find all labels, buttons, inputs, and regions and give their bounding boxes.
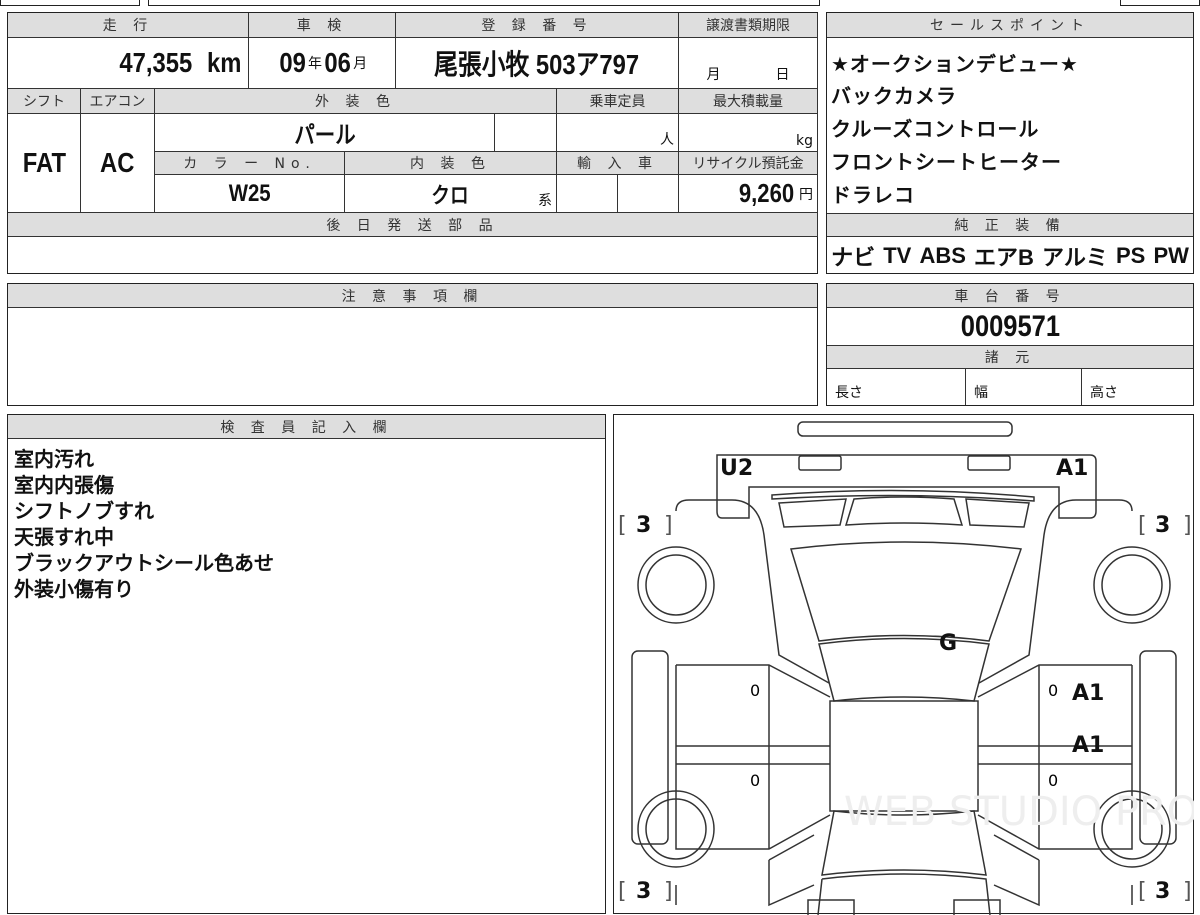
sales-point-item: クルーズコントロール (831, 117, 1040, 141)
equipment-item: エアB (974, 244, 1034, 270)
recycle-value: 9,260 円 (679, 175, 818, 213)
sales-point-item: バックカメラ (831, 84, 957, 108)
shift-value: FAT (8, 114, 81, 213)
inspector-header: 検 査 員 記 入 欄 (8, 415, 605, 439)
inspector-note: 室内内張傷 (14, 473, 114, 497)
sales-points-header: セールスポイント (827, 13, 1193, 38)
chassis-header: 車 台 番 号 (827, 284, 1193, 308)
watermark: WEB STUDIO PRO (844, 789, 1194, 835)
interior-color-value: クロ系 (345, 175, 557, 213)
top-strip-cell (148, 0, 820, 6)
max-load-header: 最大積載量 (679, 89, 818, 114)
blank-cell (495, 114, 557, 152)
svg-text:]: ] (1183, 513, 1192, 538)
svg-text:]: ] (664, 513, 673, 538)
max-load-value: kg (679, 114, 818, 152)
mileage-cell: 47,355 km (8, 38, 249, 89)
top-strip-cell (0, 0, 140, 6)
equipment-item: TV (883, 242, 912, 268)
right-front-door-grade: A1 (1072, 681, 1104, 706)
svg-text:[: [ (618, 513, 627, 538)
color-no-header: カ ラ ー No. (155, 152, 345, 175)
equipment-item: ナビ (831, 244, 876, 270)
exterior-color-value: パール (155, 114, 495, 152)
top-strip-cell (1120, 0, 1200, 6)
inspector-note: 外装小傷有り (14, 577, 134, 601)
svg-text:]: ] (1183, 879, 1192, 904)
svg-text:[: [ (1138, 513, 1147, 538)
svg-text:[: [ (1138, 879, 1147, 904)
tire-grade-front-left: 3 (636, 513, 651, 538)
notes-box: 注 意 事 項 欄 (7, 283, 818, 406)
sales-points-box: セールスポイント ★オークションデビュー★ バックカメラ クルーズコントロール … (826, 12, 1194, 274)
sales-point-item: ドラレコ (831, 183, 915, 207)
tire-grade-rear-right: 3 (1155, 879, 1170, 904)
shift-header: シフト (8, 89, 81, 114)
car-damage-diagram: U2 A1 G A1 A1 0 0 0 0 [3] [3] [3] [3] WE… (613, 414, 1194, 915)
equipment-item: PS (1115, 242, 1146, 268)
inspection-cell: 09 年 06 月 (249, 38, 396, 89)
deadline-cell: 月日 (679, 38, 818, 89)
capacity-value: 人 (557, 114, 679, 152)
import-cell-1 (557, 175, 618, 213)
inspector-box: 検 査 員 記 入 欄 室内汚れ 室内内張傷 シフトノブすれ 天張すれ中 ブラッ… (7, 414, 606, 914)
import-header: 輸 入 車 (557, 152, 679, 175)
front-right-grade: A1 (1056, 456, 1088, 481)
inspection-header: 車 検 (249, 13, 396, 38)
right-rear-door-grade: A1 (1072, 733, 1104, 758)
interior-color-header: 内 装 色 (345, 152, 557, 175)
front-left-grade: U2 (720, 456, 753, 481)
tire-grade-front-right: 3 (1155, 513, 1170, 538)
length-cell: 長さ (827, 369, 966, 405)
width-cell: 幅 (966, 369, 1082, 405)
tire-grade-rear-left: 3 (636, 879, 651, 904)
svg-text:]: ] (664, 879, 673, 904)
capacity-header: 乗車定員 (557, 89, 679, 114)
equipment-header: 純 正 装 備 (827, 213, 1193, 237)
height-cell: 高さ (1090, 385, 1118, 401)
door-mark: 0 (750, 681, 760, 700)
door-mark: 0 (1048, 771, 1058, 790)
ac-header: エアコン (81, 89, 155, 114)
exterior-color-header: 外 装 色 (155, 89, 557, 114)
inspector-note: 天張すれ中 (14, 525, 114, 549)
inspector-note: ブラックアウトシール色あせ (14, 551, 274, 575)
equipment-item: アルミ (1042, 244, 1108, 270)
equipment-item: ABS (919, 242, 966, 268)
equipment-item: PW (1153, 242, 1189, 268)
registration-cell: 尾張小牧 503ア797 (396, 38, 679, 89)
equipment-list: ナビ TV ABS エアB アルミ PS PW (827, 238, 1193, 273)
sales-point-item: ★オークションデビュー★ (831, 52, 1079, 76)
registration-header: 登 録 番 号 (396, 13, 679, 38)
svg-text:[: [ (618, 879, 627, 904)
notes-header: 注 意 事 項 欄 (8, 284, 817, 308)
door-mark: 0 (1048, 681, 1058, 700)
damage-labels: U2 A1 G A1 A1 0 0 0 0 [3] [3] [3] [3] WE… (618, 456, 1194, 904)
later-parts-header: 後 日 発 送 部 品 (8, 213, 818, 237)
inspector-note: 室内汚れ (14, 447, 94, 471)
sales-point-item: フロントシートヒーター (831, 150, 1062, 174)
specs-header: 諸 元 (827, 346, 1193, 369)
door-mark: 0 (750, 771, 760, 790)
deadline-header: 譲渡書類期限 (679, 13, 818, 38)
ac-value: AC (81, 114, 155, 213)
mileage-header: 走 行 (8, 13, 249, 38)
import-cell-2 (618, 175, 679, 213)
recycle-header: リサイクル預託金 (679, 152, 818, 175)
chassis-number: 0009571 (827, 308, 1193, 346)
vehicle-info-table: 走 行 車 検 登 録 番 号 譲渡書類期限 47,355 km 09 年 06 月 … (7, 12, 818, 274)
inspector-note: シフトノブすれ (14, 499, 154, 523)
hood-grade: G (939, 631, 957, 656)
chassis-box: 車 台 番 号 0009571 諸 元 長さ 幅 高さ (826, 283, 1194, 406)
color-no-value: W25 (155, 175, 345, 213)
